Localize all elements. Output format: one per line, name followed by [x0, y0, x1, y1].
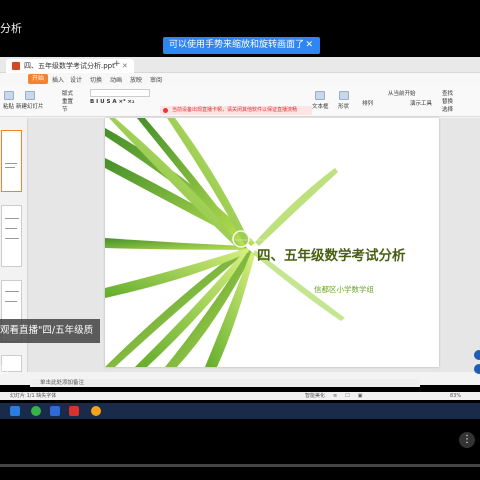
text-box-button[interactable]: 文本框 — [312, 91, 329, 110]
live-caption-line2: 日 — [0, 366, 10, 376]
font-style-buttons[interactable]: B I U S A ×² ×₂ — [90, 99, 134, 105]
scroll-up-button[interactable] — [474, 350, 480, 360]
grass-leaves-illustration — [105, 118, 439, 367]
ribbon-toolbar: 粘贴 新建幻灯片 版式 重置 节 B I U S A ×² ×₂ 文本框 形状 … — [0, 85, 480, 117]
shape-icon — [338, 91, 349, 100]
warning-icon — [163, 108, 168, 113]
ppt-file-icon — [12, 62, 20, 70]
thumb-text-line — [5, 228, 17, 229]
notes-toggle-icon[interactable]: ≡ — [333, 392, 337, 400]
section-button[interactable]: 节 — [62, 105, 68, 113]
slide-thumbnail[interactable] — [1, 130, 22, 192]
thumb-text-line — [5, 301, 17, 302]
smart-beautify-button[interactable]: 智能美化 — [305, 392, 325, 400]
slide-canvas[interactable]: 四、五年级数学考试分析 信都区小学数学组 — [105, 118, 439, 367]
document-tab-label: 四、五年级数学考试分析.ppt — [24, 62, 115, 70]
find-button[interactable]: 查找 — [442, 89, 453, 97]
menu-bar: 开始 插入 设计 切换 动画 放映 审阅 — [0, 73, 480, 85]
menu-transition[interactable]: 切换 — [90, 75, 102, 84]
close-tab-icon[interactable]: ✕ — [122, 59, 128, 73]
start-play-button[interactable]: 从当前开始 — [388, 89, 416, 97]
reset-button[interactable]: 重置 — [62, 97, 73, 105]
media-icon[interactable] — [91, 406, 101, 416]
layout-button[interactable]: 版式 — [62, 89, 73, 97]
more-options-icon[interactable]: ⋮ — [459, 432, 475, 448]
normal-view-icon[interactable]: ☐ — [345, 392, 349, 400]
start-icon[interactable] — [10, 406, 20, 416]
slide-title[interactable]: 四、五年级数学考试分析 — [257, 244, 406, 264]
menu-review[interactable]: 审阅 — [150, 75, 162, 84]
gesture-toast: 可以使用手势来缩放和旋转画面了 ✕ — [163, 37, 320, 54]
status-view-buttons: 智能美化 ≡ ☐ ▣ — [305, 392, 362, 400]
menu-slideshow[interactable]: 放映 — [130, 75, 142, 84]
screen: 分析 可以使用手势来缩放和旋转画面了 ✕ 四、五年级数学考试分析.ppt ✕ +… — [0, 0, 480, 480]
lag-warning-banner: 当前设备出现直播卡顿，请关闭其他软件以保证直播流畅 — [160, 106, 312, 115]
browser-icon[interactable] — [50, 406, 60, 416]
lag-warning-text: 当前设备出现直播卡顿，请关闭其他软件以保证直播流畅 — [172, 107, 298, 113]
playback-progress-bar[interactable] — [0, 464, 480, 467]
stream-title: 分析 — [0, 22, 22, 35]
live-caption-overlay: 观看直播"四/五年级质 — [0, 319, 100, 343]
notes-pane[interactable]: 单击此处添加备注 — [30, 379, 420, 387]
thumb-text-line — [5, 163, 17, 164]
title-bar: 四、五年级数学考试分析.ppt ✕ + — [0, 57, 480, 73]
status-slide-info: 幻灯片 1/1 缺失字体 — [10, 393, 57, 399]
thumb-text-line — [5, 238, 19, 239]
text-box-icon — [315, 91, 326, 100]
menu-start[interactable]: 开始 — [28, 74, 49, 84]
slide-thumbnail[interactable] — [1, 205, 22, 267]
app-icon[interactable] — [31, 406, 41, 416]
menu-animation[interactable]: 动画 — [110, 75, 122, 84]
toast-text: 可以使用手势来缩放和旋转画面了 — [169, 40, 305, 50]
sorter-view-icon[interactable]: ▣ — [358, 392, 363, 400]
scroll-down-button[interactable] — [474, 364, 480, 374]
shape-button[interactable]: 形状 — [338, 91, 349, 110]
arrange-button[interactable]: 排列 — [362, 99, 373, 107]
thumb-text-line — [5, 167, 15, 168]
new-slide-icon — [24, 91, 35, 100]
paste-button[interactable]: 粘贴 — [3, 91, 14, 110]
windows-taskbar — [0, 403, 480, 419]
thumb-text-line — [5, 291, 19, 292]
toast-close-icon[interactable]: ✕ — [305, 37, 313, 54]
present-tools-button[interactable]: 演示工具 — [410, 99, 432, 107]
new-slide-button[interactable]: 新建幻灯片 — [16, 91, 44, 110]
replace-button[interactable]: 替换 — [442, 97, 453, 105]
new-tab-button[interactable]: + — [113, 59, 121, 69]
zoom-level[interactable]: 83% — [450, 392, 461, 400]
menu-design[interactable]: 设计 — [70, 75, 82, 84]
paste-icon — [3, 91, 14, 100]
thumb-text-line — [5, 218, 19, 219]
status-bar: 幻灯片 1/1 缺失字体 智能美化 ≡ ☐ ▣ 83% — [0, 392, 480, 400]
font-select[interactable] — [90, 89, 150, 97]
slide-subtitle[interactable]: 信都区小学数学组 — [314, 284, 374, 295]
wps-icon[interactable] — [69, 406, 79, 416]
menu-insert[interactable]: 插入 — [52, 75, 64, 84]
video-player-controls: ⋮ — [0, 419, 480, 480]
select-button[interactable]: 选择 — [442, 105, 453, 113]
